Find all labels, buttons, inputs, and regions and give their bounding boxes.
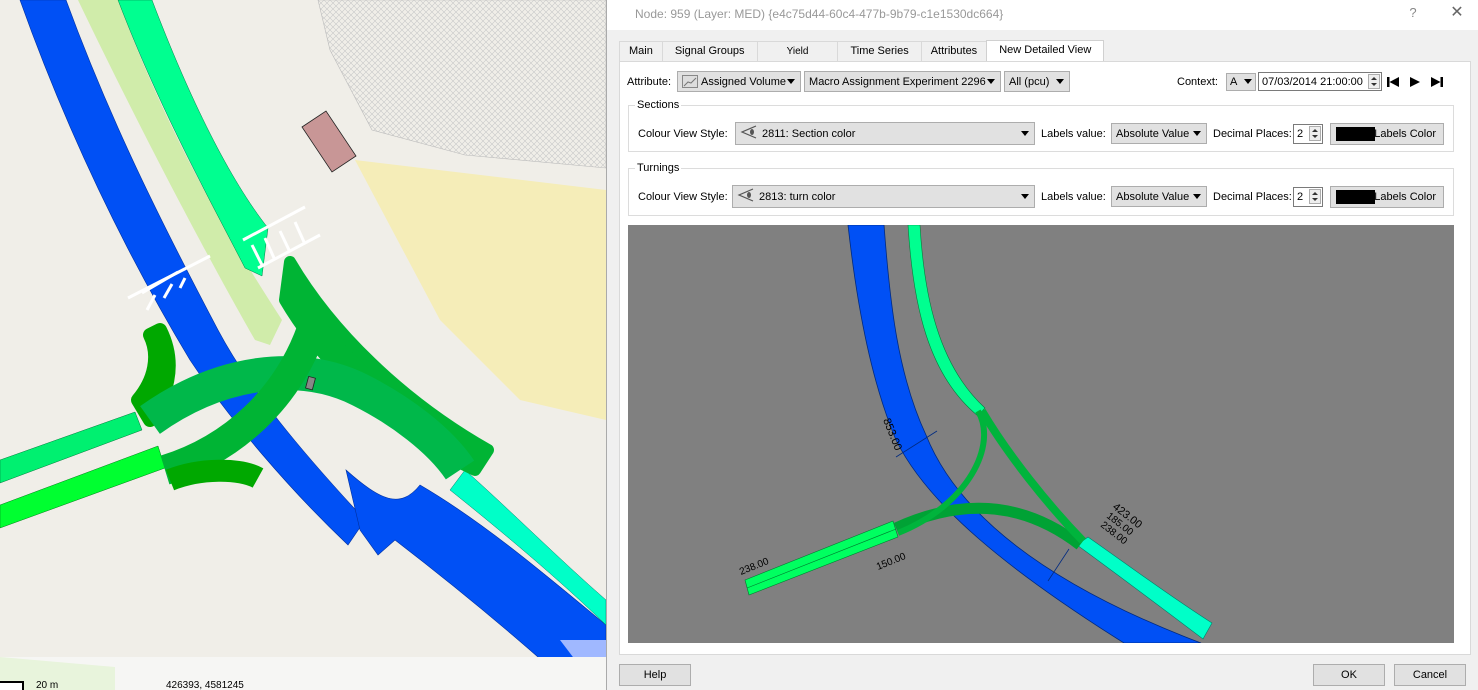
hatched-area (317, 0, 606, 169)
tab-attributes[interactable]: Attributes (920, 41, 988, 62)
chart-line-icon (682, 75, 699, 88)
help-icon[interactable]: ? (1403, 5, 1423, 23)
skip-to-end-icon[interactable] (1429, 74, 1445, 90)
ok-button[interactable]: OK (1313, 664, 1385, 686)
turnings-title: Turnings (635, 162, 682, 174)
decimal-stepper[interactable] (1309, 188, 1321, 204)
turnings-colour-view-style-value: 2813: turn color (759, 190, 836, 203)
tab-time-series[interactable]: Time Series (837, 41, 922, 62)
sections-title: Sections (635, 99, 682, 111)
sections-colour-view-style-dropdown[interactable]: 2811: Section color (735, 122, 1035, 145)
context-label: Context: (1177, 75, 1218, 88)
turn-lower-left (165, 459, 264, 491)
sections-labels-value-dropdown[interactable]: Absolute Value (1111, 123, 1207, 144)
eye-icon (740, 125, 760, 142)
labels-value-label: Labels value: (1041, 190, 1106, 203)
scale-label: 20 m (36, 680, 59, 690)
chevron-down-icon (987, 79, 996, 84)
sections-decimal-places-value: 2 (1297, 127, 1304, 140)
experiment-value: Macro Assignment Experiment 2296 (809, 75, 986, 88)
sections-labels-value: Absolute Value (1116, 127, 1190, 140)
play-icon[interactable] (1407, 74, 1423, 90)
map-status-bar (0, 657, 606, 690)
chevron-down-icon (1021, 194, 1029, 199)
turnings-labels-color-button[interactable]: Labels Color (1330, 185, 1444, 208)
detailed-view-canvas[interactable]: 853.00 423.00 185.00 238.00 238.00 150.0… (628, 225, 1454, 643)
tab-new-detailed-view[interactable]: New Detailed View (986, 40, 1105, 62)
decimal-stepper[interactable] (1309, 125, 1321, 141)
network-map-view[interactable]: 20 m 426393, 4581245 (0, 0, 606, 690)
color-swatch (1336, 189, 1375, 204)
turnings-row: Colour View Style: 2813: turn color Labe… (638, 185, 1444, 208)
eye-icon (737, 188, 757, 205)
vehicle-type-value: All (pcu) (1009, 75, 1050, 88)
datetime-spinbox[interactable]: 07/03/2014 21:00:00 (1257, 72, 1382, 91)
chevron-down-icon (1243, 78, 1252, 84)
chevron-down-icon (1193, 194, 1201, 199)
label-left-turn: 150.00 (875, 551, 908, 573)
cancel-button[interactable]: Cancel (1394, 664, 1466, 686)
datetime-value: 07/03/2014 21:00:00 (1261, 75, 1363, 88)
labels-color-label: Labels Color (1374, 190, 1436, 203)
close-icon[interactable]: ✕ (1445, 3, 1469, 25)
context-value: A (1229, 75, 1238, 88)
attribute-dropdown[interactable]: Assigned Volume (677, 71, 802, 92)
chevron-down-icon (1056, 79, 1065, 84)
left-section-road[interactable] (744, 520, 899, 596)
tab-signal-groups[interactable]: Signal Groups (661, 41, 758, 62)
left-lane-divider (746, 528, 897, 589)
labels-color-label: Labels Color (1374, 127, 1436, 140)
sections-colour-view-style-value: 2811: Section color (762, 127, 856, 140)
colour-view-style-label: Colour View Style: (638, 190, 728, 203)
node-editor-dialog: Node: 959 (Layer: MED) {e4c75d44-60c4-47… (606, 0, 1478, 690)
tab-yield[interactable]: Yield (756, 41, 839, 62)
labels-value-label: Labels value: (1041, 127, 1106, 140)
datetime-stepper[interactable] (1367, 74, 1380, 89)
attribute-label: Attribute: (627, 75, 672, 88)
sections-labels-color-button[interactable]: Labels Color (1330, 122, 1444, 145)
chevron-down-icon (1021, 131, 1029, 136)
colour-view-style-label: Colour View Style: (638, 127, 728, 140)
attribute-value: Assigned Volume (701, 75, 787, 88)
turnings-colour-view-style-dropdown[interactable]: 2813: turn color (732, 185, 1035, 208)
color-swatch (1336, 126, 1375, 141)
cyan-upper-road[interactable] (907, 225, 986, 417)
turnings-labels-value-dropdown[interactable]: Absolute Value (1111, 186, 1207, 207)
context-row: Context: A 07/03/2014 21:00:00 (1177, 72, 1445, 91)
context-dropdown[interactable]: A (1225, 72, 1256, 91)
chevron-down-icon (787, 79, 796, 84)
dialog-title: Node: 959 (Layer: MED) {e4c75d44-60c4-47… (635, 7, 1004, 21)
vehicle-type-dropdown[interactable]: All (pcu) (1004, 71, 1071, 92)
scale-bar (0, 681, 24, 690)
dialog-titlebar[interactable]: Node: 959 (Layer: MED) {e4c75d44-60c4-47… (607, 0, 1478, 30)
map-canvas[interactable] (0, 0, 606, 690)
experiment-dropdown[interactable]: Macro Assignment Experiment 2296 (804, 71, 1002, 92)
sections-decimal-places-spinbox[interactable]: 2 (1293, 123, 1323, 144)
decimal-places-label: Decimal Places: (1213, 127, 1292, 140)
chevron-down-icon (1193, 131, 1201, 136)
help-button[interactable]: Help (619, 664, 691, 686)
decimal-places-label: Decimal Places: (1213, 190, 1292, 203)
attribute-row: Attribute: Assigned Volume Macro Assignm… (627, 71, 1071, 92)
turnings-decimal-places-value: 2 (1297, 190, 1304, 203)
sections-row: Colour View Style: 2811: Section color L… (638, 122, 1444, 145)
skip-to-start-icon[interactable] (1385, 74, 1401, 90)
coordinates-readout: 426393, 4581245 (166, 680, 244, 690)
turnings-decimal-places-spinbox[interactable]: 2 (1293, 186, 1323, 207)
building (301, 110, 357, 173)
tab-main[interactable]: Main (619, 41, 663, 62)
turnings-labels-value: Absolute Value (1116, 190, 1190, 203)
tab-bar: Main Signal Groups Yield Time Series Att… (619, 40, 1105, 62)
